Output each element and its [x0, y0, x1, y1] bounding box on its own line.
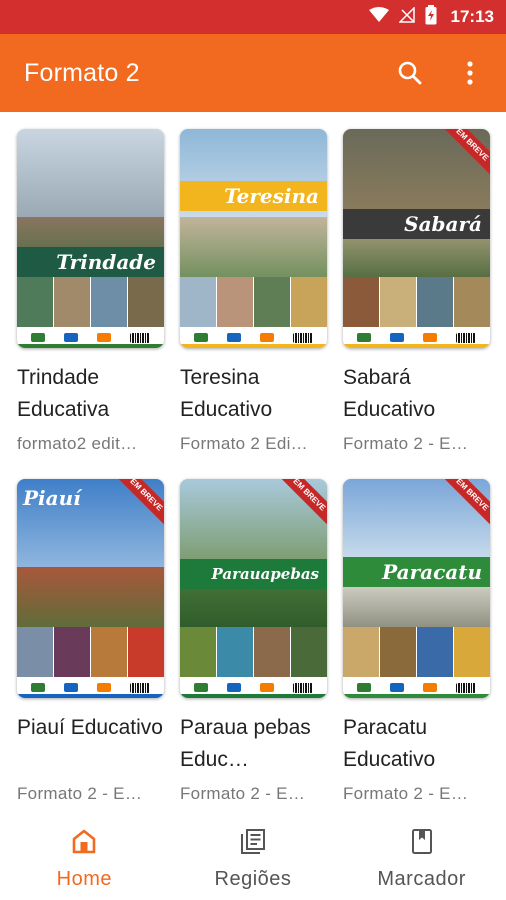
page-title: Formato 2 — [24, 58, 140, 87]
cover-title: Parauapebas — [211, 565, 319, 583]
nav-home[interactable]: Home — [0, 818, 168, 900]
library-books-icon — [239, 827, 267, 860]
book-card-parauapebas[interactable]: Parauapebas EM BREVE Paraua pebas Educ… … — [180, 479, 327, 818]
book-subtitle: Formato 2 Edi… — [180, 434, 308, 453]
nav-marcador-label: Marcador — [377, 868, 466, 890]
book-subtitle: formato2 edit… — [17, 434, 138, 453]
book-cover[interactable]: Piauí EM BREVE — [17, 479, 164, 698]
nav-regioes-label: Regiões — [214, 868, 292, 890]
book-cover[interactable]: Teresina — [180, 129, 327, 348]
book-card-paracatu[interactable]: Paracatu EM BREVE Paracatu Educativo For… — [343, 479, 490, 818]
book-title: Piauí Educativo — [17, 716, 163, 739]
signal-icon — [397, 5, 415, 28]
book-card-sabara[interactable]: Sabará EM BREVE Sabará Educativo Formato… — [343, 129, 490, 479]
clock: 17:13 — [450, 7, 494, 26]
status-bar: 17:13 — [0, 0, 506, 34]
cover-title: Paracatu — [382, 560, 482, 584]
nav-regioes[interactable]: Regiões — [169, 818, 337, 900]
book-card-trindade[interactable]: Trindade Trindade Educativa formato2 edi… — [17, 129, 164, 479]
wifi-icon — [368, 6, 389, 28]
search-icon[interactable] — [386, 49, 434, 97]
home-icon — [70, 827, 98, 860]
book-title: Teresina Educativo — [180, 366, 273, 421]
more-vert-icon[interactable] — [446, 49, 494, 97]
book-subtitle: Formato 2 - E… — [343, 784, 469, 803]
app-bar: Formato 2 — [0, 34, 506, 112]
book-cover[interactable]: Parauapebas EM BREVE — [180, 479, 327, 698]
book-title: Paraua pebas Educ… — [180, 716, 311, 771]
book-card-piaui[interactable]: Piauí EM BREVE Piauí Educativo Formato 2… — [17, 479, 164, 818]
book-subtitle: Formato 2 - E… — [343, 434, 469, 453]
bookmark-icon — [408, 827, 436, 860]
nav-home-label: Home — [56, 868, 112, 890]
cover-title: Sabará — [404, 212, 482, 236]
book-title: Trindade Educativa — [17, 366, 110, 421]
book-grid: Trindade Trindade Educativa formato2 edi… — [17, 129, 490, 818]
book-title: Sabará Educativo — [343, 366, 436, 421]
cover-title: Teresina — [224, 184, 319, 208]
book-cover[interactable]: Sabará EM BREVE — [343, 129, 490, 348]
book-list: Trindade Trindade Educativa formato2 edi… — [0, 112, 506, 818]
book-title: Paracatu Educativo — [343, 716, 436, 771]
cover-title: Piauí — [23, 486, 81, 510]
book-cover[interactable]: Trindade — [17, 129, 164, 348]
book-card-teresina[interactable]: Teresina Teresina Educativo Formato 2 Ed… — [180, 129, 327, 479]
nav-marcador[interactable]: Marcador — [338, 818, 506, 900]
book-subtitle: Formato 2 - E… — [17, 784, 143, 803]
book-subtitle: Formato 2 - E… — [180, 784, 306, 803]
bottom-navigation: Home Regiões Marcador — [0, 818, 506, 900]
book-cover[interactable]: Paracatu EM BREVE — [343, 479, 490, 698]
battery-icon — [425, 4, 437, 30]
cover-title: Trindade — [56, 250, 156, 274]
